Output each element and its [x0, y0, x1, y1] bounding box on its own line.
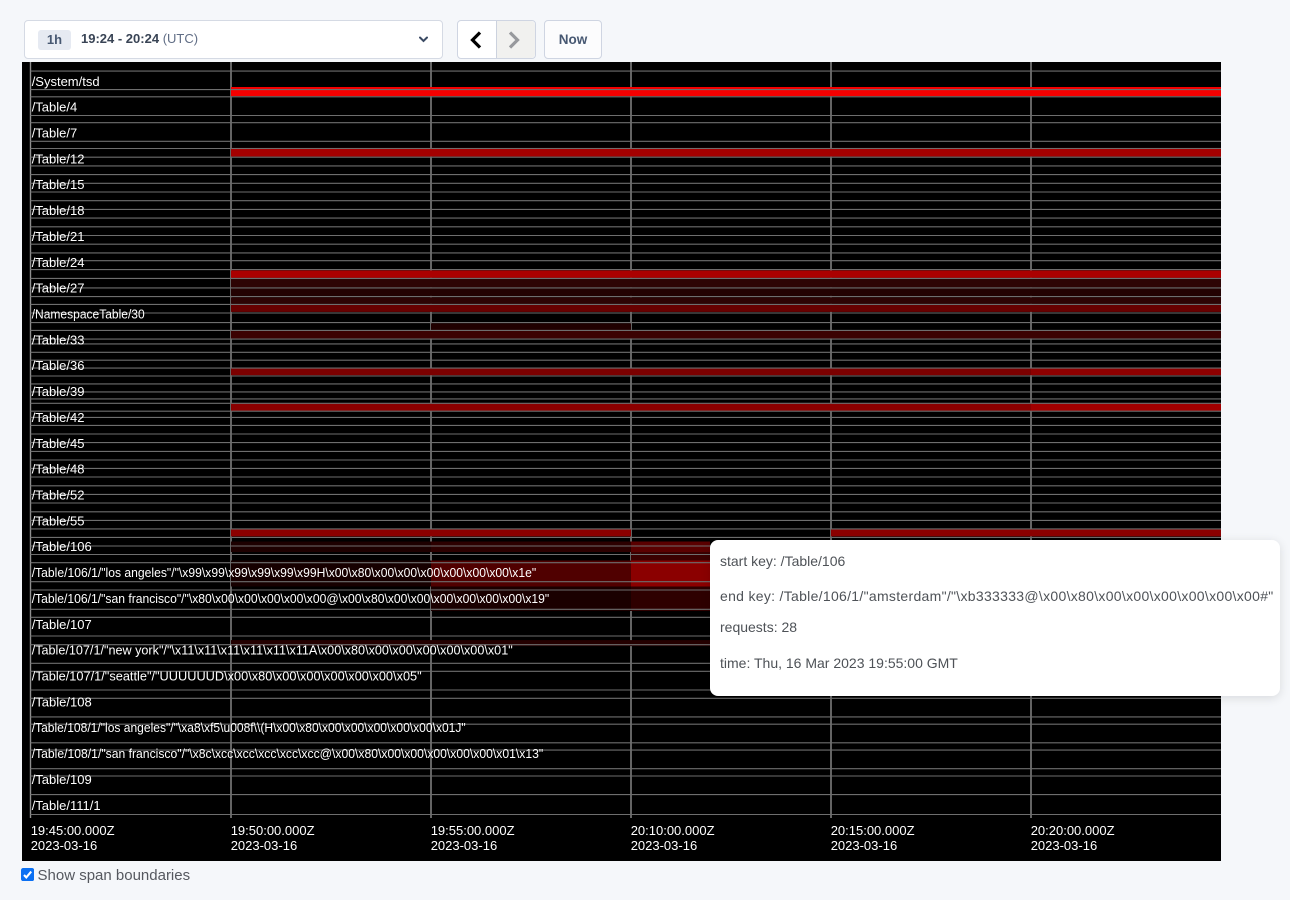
svg-text:19:50:00.000Z: 19:50:00.000Z	[231, 823, 315, 838]
svg-text:/Table/52: /Table/52	[32, 488, 85, 503]
svg-text:19:45:00.000Z: 19:45:00.000Z	[31, 823, 115, 838]
svg-text:2023-03-16: 2023-03-16	[831, 838, 898, 853]
svg-text:/Table/33: /Table/33	[32, 332, 85, 347]
svg-text:/Table/106/1/"los angeles"/"\x: /Table/106/1/"los angeles"/"\x99\x99\x99…	[32, 565, 537, 580]
svg-text:/NamespaceTable/30: /NamespaceTable/30	[32, 307, 145, 322]
svg-text:2023-03-16: 2023-03-16	[231, 838, 298, 853]
svg-text:/Table/108: /Table/108	[32, 694, 92, 709]
svg-text:/Table/107/1/"seattle"/"UUUUUU: /Table/107/1/"seattle"/"UUUUUUD\x00\x80\…	[32, 669, 422, 684]
svg-text:/Table/7: /Table/7	[32, 126, 78, 141]
svg-text:20:20:00.000Z: 20:20:00.000Z	[1031, 823, 1115, 838]
svg-text:/Table/108/1/"los angeles"/"\x: /Table/108/1/"los angeles"/"\xa8\xf5\u00…	[32, 720, 466, 735]
svg-text:19:55:00.000Z: 19:55:00.000Z	[431, 823, 515, 838]
svg-text:/Table/106/1/"san francisco"/": /Table/106/1/"san francisco"/"\x80\x00\x…	[32, 591, 550, 606]
svg-text:/Table/42: /Table/42	[32, 410, 85, 425]
svg-text:/Table/12: /Table/12	[32, 151, 85, 166]
svg-text:/Table/108/1/"san francisco"/": /Table/108/1/"san francisco"/"\x8c\xcc\x…	[32, 746, 544, 761]
svg-text:/Table/18: /Table/18	[32, 203, 85, 218]
svg-text:/Table/55: /Table/55	[32, 513, 85, 528]
svg-text:/Table/39: /Table/39	[32, 384, 85, 399]
svg-text:/Table/4: /Table/4	[32, 100, 78, 115]
svg-text:2023-03-16: 2023-03-16	[631, 838, 698, 853]
svg-text:/Table/109: /Table/109	[32, 772, 92, 787]
svg-text:20:10:00.000Z: 20:10:00.000Z	[631, 823, 715, 838]
svg-text:2023-03-16: 2023-03-16	[1031, 838, 1098, 853]
svg-text:/Table/21: /Table/21	[32, 229, 85, 244]
svg-text:/Table/107/1/"new york"/"\x11\: /Table/107/1/"new york"/"\x11\x11\x11\x1…	[32, 643, 513, 658]
svg-text:/Table/107: /Table/107	[32, 617, 92, 632]
svg-text:/Table/15: /Table/15	[32, 177, 85, 192]
svg-text:/Table/36: /Table/36	[32, 358, 85, 373]
svg-text:/Table/106: /Table/106	[32, 539, 92, 554]
svg-text:/Table/27: /Table/27	[32, 281, 85, 296]
svg-text:2023-03-16: 2023-03-16	[431, 838, 498, 853]
svg-text:/Table/45: /Table/45	[32, 436, 85, 451]
svg-text:20:15:00.000Z: 20:15:00.000Z	[831, 823, 915, 838]
svg-text:/Table/24: /Table/24	[32, 255, 85, 270]
svg-text:/Table/111/1: /Table/111/1	[32, 798, 101, 813]
svg-text:2023-03-16: 2023-03-16	[31, 838, 98, 853]
svg-text:/Table/48: /Table/48	[32, 462, 85, 477]
svg-text:/System/tsd: /System/tsd	[32, 74, 100, 89]
